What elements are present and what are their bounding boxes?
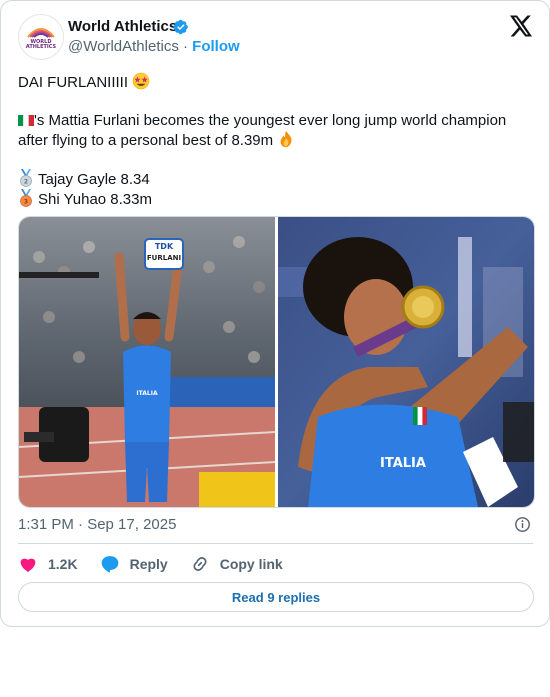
reply-label: Reply: [129, 556, 168, 572]
handle-row: @WorldAthletics · Follow: [68, 38, 240, 55]
italy-flag-emoji-icon: [18, 115, 34, 126]
svg-text:2: 2: [24, 178, 28, 185]
sign-top-text: TDK: [155, 242, 174, 251]
speech-bubble-icon: [101, 556, 118, 573]
handle-separator: ·: [183, 38, 188, 55]
account-name[interactable]: World Athletics: [68, 18, 177, 35]
svg-text:3: 3: [24, 198, 28, 205]
x-logo-icon[interactable]: [510, 15, 533, 37]
like-count: 1.2K: [48, 556, 78, 572]
sign-bottom-text: FURLANI: [147, 254, 181, 262]
silver-medalist-text: Tajay Gayle 8.34: [38, 171, 150, 188]
reply-button[interactable]: Reply: [100, 554, 168, 574]
fire-emoji-icon: [280, 130, 292, 148]
verified-badge-icon: [173, 19, 188, 35]
tweet-line-body: 's Mattia Furlani becomes the youngest e…: [18, 111, 518, 150]
follow-button[interactable]: Follow: [192, 38, 240, 55]
bronze-medal-emoji-icon: 3: [20, 189, 32, 207]
tweet-line-headline: DAI FURLANIIIII: [18, 72, 518, 92]
tweet-line-silver: 2 Tajay Gayle 8.34: [18, 169, 518, 189]
tweet-line-bronze: 3 Shi Yuhao 8.33m: [18, 189, 518, 209]
info-icon[interactable]: [514, 516, 531, 533]
tweet-card: WORLD ATHLETICS World Athletics @WorldAt…: [0, 0, 550, 627]
tweet-timestamp[interactable]: 1:31 PM · Sep 17, 2025: [18, 516, 176, 533]
jersey-text: ITALIA: [380, 456, 426, 471]
bronze-medalist-text: Shi Yuhao 8.33m: [38, 191, 152, 208]
tweet-headline-text: DAI FURLANIIIII: [18, 74, 129, 91]
world-athletics-logo-icon: [27, 27, 55, 38]
action-bar: 1.2K Reply Copy link: [18, 553, 305, 575]
copy-link-label: Copy link: [219, 556, 283, 572]
heart-icon: [20, 558, 36, 572]
svg-text:ITALIA: ITALIA: [136, 390, 158, 397]
avatar[interactable]: WORLD ATHLETICS: [18, 14, 64, 60]
tweet-text: DAI FURLANIIIII 's Mattia Furlani become…: [18, 72, 518, 209]
avatar-logo-text: WORLD ATHLETICS: [25, 38, 57, 50]
read-replies-button[interactable]: Read 9 replies: [18, 582, 534, 612]
photo-athlete-holding-sign[interactable]: ITALIA TDK FURLANI: [19, 217, 275, 507]
divider: [18, 543, 533, 544]
silver-medal-emoji-icon: 2: [20, 169, 32, 187]
copy-link-button[interactable]: Copy link: [190, 554, 283, 574]
photo-athlete-biting-medal[interactable]: ITALIA: [278, 217, 534, 507]
tweet-body-text: 's Mattia Furlani becomes the youngest e…: [18, 112, 507, 149]
star-struck-emoji-icon: [132, 72, 150, 90]
link-icon: [193, 557, 207, 571]
like-button[interactable]: 1.2K: [18, 554, 78, 574]
account-handle[interactable]: @WorldAthletics: [68, 38, 179, 55]
media-grid[interactable]: ITALIA TDK FURLANI ITALIA: [18, 216, 535, 508]
